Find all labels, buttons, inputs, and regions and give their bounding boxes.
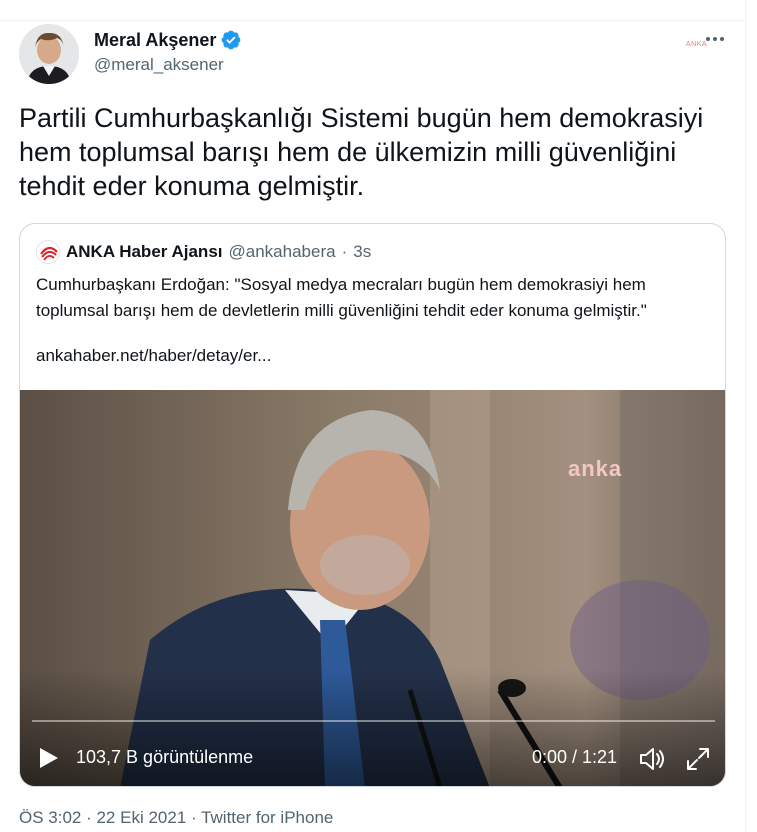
anka-logo-avatar[interactable] bbox=[36, 240, 60, 264]
video-progress-bar[interactable] bbox=[32, 720, 715, 722]
video-overlay-logo: anka bbox=[568, 456, 623, 481]
top-divider bbox=[0, 20, 746, 21]
quoted-timestamp[interactable]: 3s bbox=[353, 242, 371, 262]
tweet-text: Partili Cumhurbaşkanlığı Sistemi bugün h… bbox=[19, 103, 704, 201]
author-name[interactable]: Meral Akşener bbox=[94, 29, 242, 51]
quoted-tweet-text: Cumhurbaşkanı Erdoğan: "Sosyal medya mec… bbox=[36, 275, 647, 320]
author-name-text[interactable]: Meral Akşener bbox=[94, 30, 216, 51]
quoted-tweet-link[interactable]: ankahaber.net/haber/detay/er... bbox=[36, 346, 271, 366]
view-count: 103,7 B görüntülenme bbox=[76, 747, 254, 767]
verified-badge-icon bbox=[222, 30, 241, 50]
author-avatar[interactable] bbox=[19, 24, 79, 84]
watermark-logo: ANKA bbox=[686, 41, 708, 48]
author-handle[interactable]: @meral_aksener bbox=[94, 55, 224, 75]
right-divider bbox=[745, 0, 746, 832]
quoted-tweet-header: ANKA Haber Ajansı @ankahabera · 3s bbox=[36, 240, 371, 264]
more-options-icon[interactable] bbox=[704, 28, 726, 50]
volume-icon[interactable] bbox=[638, 745, 666, 773]
quoted-author-handle[interactable]: @ankahabera bbox=[229, 242, 336, 262]
fullscreen-icon[interactable] bbox=[685, 746, 711, 772]
video-frame bbox=[20, 390, 725, 786]
video-time: 0:00 / 1:21 bbox=[532, 747, 618, 767]
quoted-author-name[interactable]: ANKA Haber Ajansı bbox=[66, 242, 223, 262]
play-icon[interactable] bbox=[36, 746, 60, 770]
video-player[interactable]: anka 103,7 B görüntülenme 0:00 / 1:21 bbox=[20, 390, 725, 786]
quoted-separator: · bbox=[341, 242, 348, 261]
tweet-timestamp-source[interactable]: ÖS 3:02 · 22 Eki 2021 · Twitter for iPho… bbox=[19, 808, 333, 828]
quoted-tweet-card[interactable]: ANKA Haber Ajansı @ankahabera · 3s Cumhu… bbox=[19, 223, 726, 787]
